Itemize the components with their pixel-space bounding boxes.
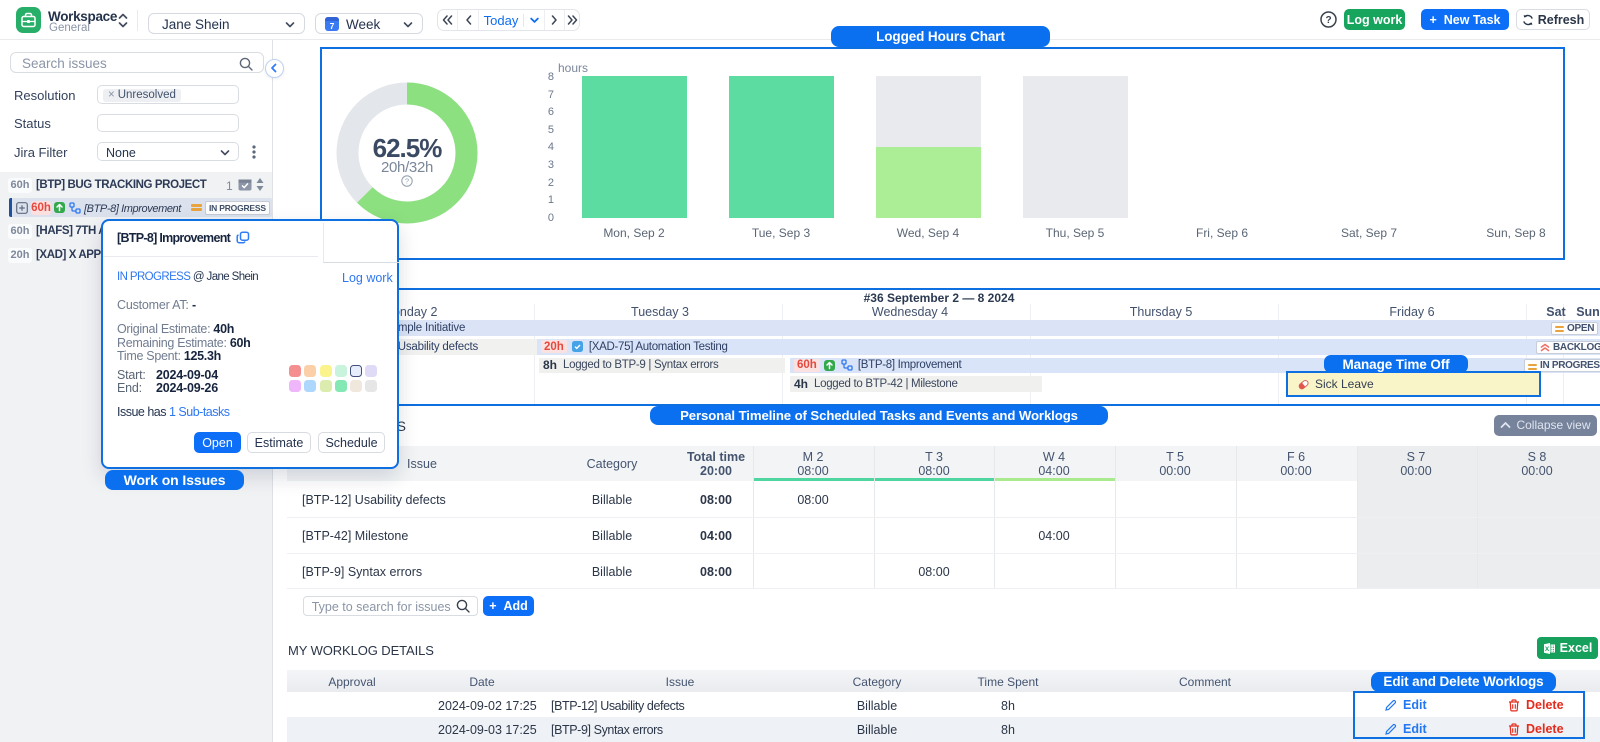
svg-text:X: X (1544, 646, 1549, 653)
svg-text:?: ? (405, 176, 409, 185)
svg-text:?: ? (1325, 15, 1331, 26)
